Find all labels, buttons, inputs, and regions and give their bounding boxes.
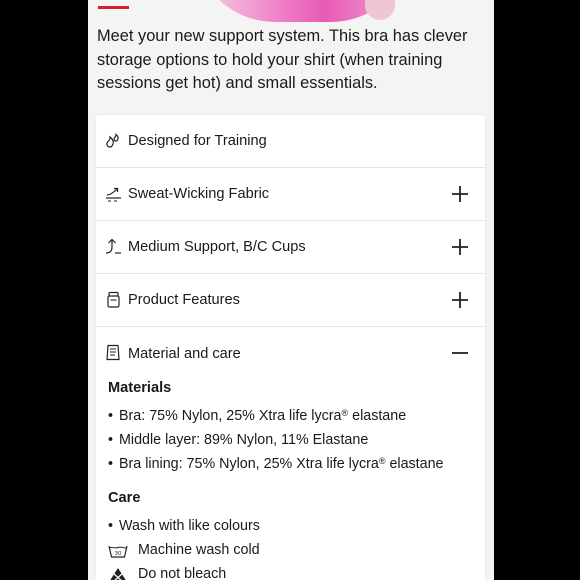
plus-icon[interactable] (451, 185, 469, 203)
no-bleach-icon (110, 568, 126, 580)
product-image (88, 0, 494, 22)
list-item: • Bra: 75% Nylon, 25% Xtra life lycra® el… (108, 408, 407, 424)
accordion-designed-for-training[interactable]: Designed for Training (96, 115, 485, 168)
accordion-label: Sweat-Wicking Fabric (128, 186, 270, 202)
list-item: • Wash with like colours (108, 518, 260, 534)
support-arrow-icon (105, 238, 121, 254)
layers-icon (107, 291, 120, 308)
model-hand-graphic (365, 0, 395, 20)
wash-30-icon: 30 (108, 545, 128, 558)
accordion-label: Material and care (128, 345, 241, 362)
care-label-icon (106, 344, 120, 361)
materials-heading: Materials (108, 380, 172, 396)
plus-icon[interactable] (451, 238, 469, 256)
wicking-icon (106, 187, 121, 202)
accordion-medium-support[interactable]: Medium Support, B/C Cups (96, 221, 485, 274)
care-heading: Care (108, 490, 141, 506)
accordion-label: Designed for Training (128, 133, 267, 149)
accordion-material-and-care[interactable]: Material and care (96, 327, 485, 380)
product-description: Meet your new support system. This bra h… (97, 27, 468, 92)
accordion-label: Product Features (128, 292, 240, 308)
accordion-product-features[interactable]: Product Features (96, 274, 485, 327)
accent-bar (98, 6, 129, 9)
list-item: • Middle layer: 89% Nylon, 11% Elastane (108, 432, 369, 448)
list-item: • Bra lining: 75% Nylon, 25% Xtra life ly… (108, 456, 444, 472)
product-page: Meet your new support system. This bra h… (88, 0, 494, 580)
accordion-label: Medium Support, B/C Cups (128, 239, 306, 255)
plus-icon[interactable] (451, 291, 469, 309)
accordion-sweat-wicking-fabric[interactable]: Sweat-Wicking Fabric (96, 168, 485, 221)
minus-icon[interactable] (451, 344, 469, 362)
product-details-accordion: Designed for Training Sweat-Wicking Fabr… (96, 115, 485, 580)
sparkle-drops-icon (106, 133, 119, 148)
svg-text:30: 30 (115, 551, 122, 557)
